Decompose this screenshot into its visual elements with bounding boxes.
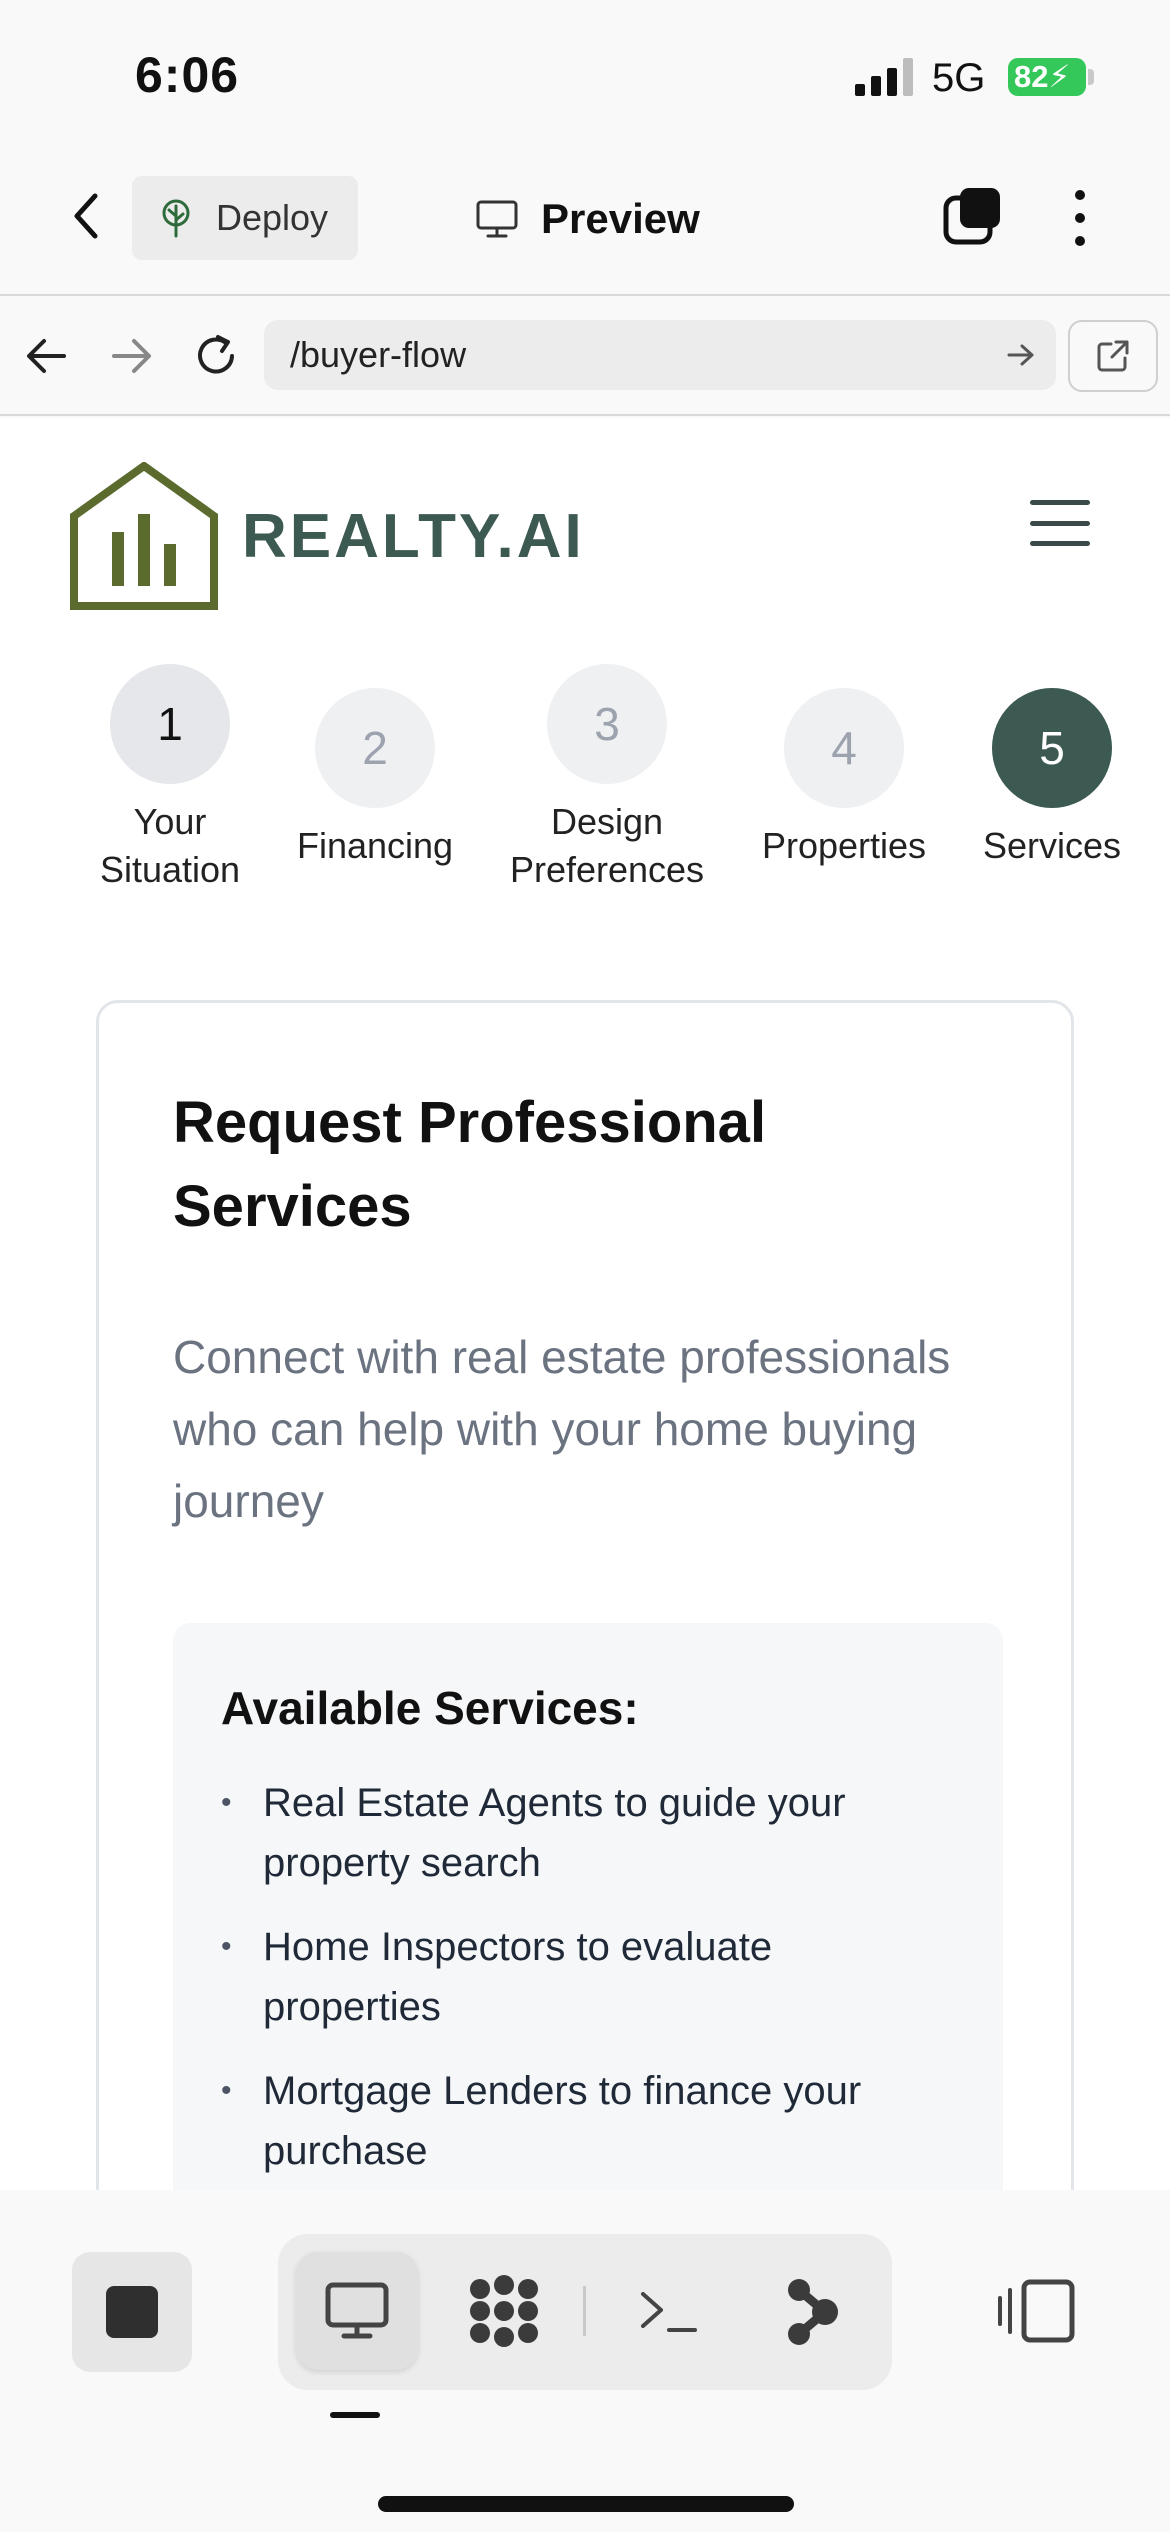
more-button[interactable] [1062, 186, 1098, 250]
hamburger-icon[interactable] [1030, 500, 1090, 546]
graph-view-button[interactable] [752, 2252, 874, 2370]
step-label: Your Situation [99, 801, 241, 890]
terminal-button[interactable] [608, 2252, 730, 2370]
site-logo[interactable]: REALTY.AI [70, 462, 585, 610]
card-title: Request Professional Services [173, 1090, 767, 1239]
battery-cap [1088, 69, 1094, 85]
step-label: Financing [296, 825, 454, 866]
step-label: Design Preferences [509, 801, 705, 890]
open-external-button[interactable] [1068, 320, 1158, 392]
monitor-icon [476, 200, 518, 238]
charging-icon: ⚡ [1048, 59, 1071, 94]
arrow-left-icon[interactable] [24, 336, 68, 376]
preview-label: Preview [541, 195, 700, 242]
brand-name: REALTY.AI [242, 501, 585, 571]
services-list: Real Estate Agents to guide your propert… [221, 1773, 941, 2190]
chevron-left-icon [74, 193, 98, 239]
services-heading: Available Services: [221, 1682, 639, 1734]
step-financing[interactable]: 2 Financing [290, 688, 460, 870]
url-text: /buyer-flow [290, 334, 467, 375]
deploy-button[interactable]: Deploy [132, 176, 358, 260]
monitor-icon [325, 2282, 389, 2339]
services-card: Request Professional Services Connect wi… [96, 1000, 1074, 2190]
url-bar: /buyer-flow [0, 296, 1170, 416]
step-services[interactable]: 5 Services [972, 688, 1132, 870]
stop-button[interactable] [72, 2252, 192, 2372]
step-your-situation[interactable]: 1 Your Situation [90, 664, 250, 894]
go-icon[interactable] [1006, 320, 1036, 390]
step-number: 5 [992, 688, 1112, 808]
back-button[interactable] [58, 188, 114, 244]
step-design-preferences[interactable]: 3 Design Preferences [498, 664, 716, 894]
webview: REALTY.AI 1 Your Situation 2 Financing 3 … [0, 418, 1170, 2190]
battery-level: 82 [1014, 59, 1049, 94]
dots-grid-icon [470, 2275, 538, 2347]
network-type: 5G [932, 56, 986, 100]
signal-icon [855, 58, 915, 96]
step-number: 1 [110, 664, 230, 784]
arrow-right-icon[interactable] [110, 336, 154, 376]
deploy-label: Deploy [216, 197, 329, 238]
step-label: Services [982, 825, 1122, 866]
app-toolbar: Deploy Preview [0, 150, 1170, 296]
external-link-icon [1097, 340, 1129, 372]
active-view-indicator [330, 2412, 380, 2418]
url-input[interactable]: /buyer-flow [264, 320, 1056, 390]
available-services-panel: Available Services: Real Estate Agents t… [173, 1623, 1003, 2190]
house-chart-icon [70, 462, 218, 610]
graph-icon [788, 2279, 838, 2345]
step-number: 4 [784, 688, 904, 808]
battery-icon: 82⚡ [1008, 58, 1086, 96]
device-toggle-icon[interactable] [996, 2278, 1078, 2344]
tree-icon [162, 199, 190, 238]
view-switcher [278, 2234, 892, 2390]
list-item: Home Inspectors to evaluate properties [221, 1917, 941, 2037]
step-properties[interactable]: 4 Properties [744, 688, 944, 870]
divider [583, 2286, 586, 2336]
step-label: Properties [761, 825, 927, 866]
reload-icon[interactable] [192, 332, 240, 380]
terminal-icon [641, 2292, 697, 2332]
desktop-view-button[interactable] [296, 2252, 418, 2370]
preview-tab[interactable]: Preview [475, 184, 700, 254]
step-number: 2 [315, 688, 435, 808]
step-number: 3 [547, 664, 667, 784]
grid-view-button[interactable] [443, 2252, 565, 2370]
bottom-toolbar [0, 2190, 1170, 2532]
list-item: Real Estate Agents to guide your propert… [221, 1773, 941, 1893]
status-bar: 6:06 5G 82⚡ [0, 0, 1170, 150]
list-item: Mortgage Lenders to finance your purchas… [221, 2061, 941, 2181]
tabs-icon[interactable] [940, 184, 1006, 250]
card-description: Connect with real estate professionals w… [173, 1331, 951, 1527]
stop-icon [106, 2286, 158, 2338]
status-time: 6:06 [135, 47, 240, 103]
home-indicator[interactable] [378, 2496, 794, 2512]
